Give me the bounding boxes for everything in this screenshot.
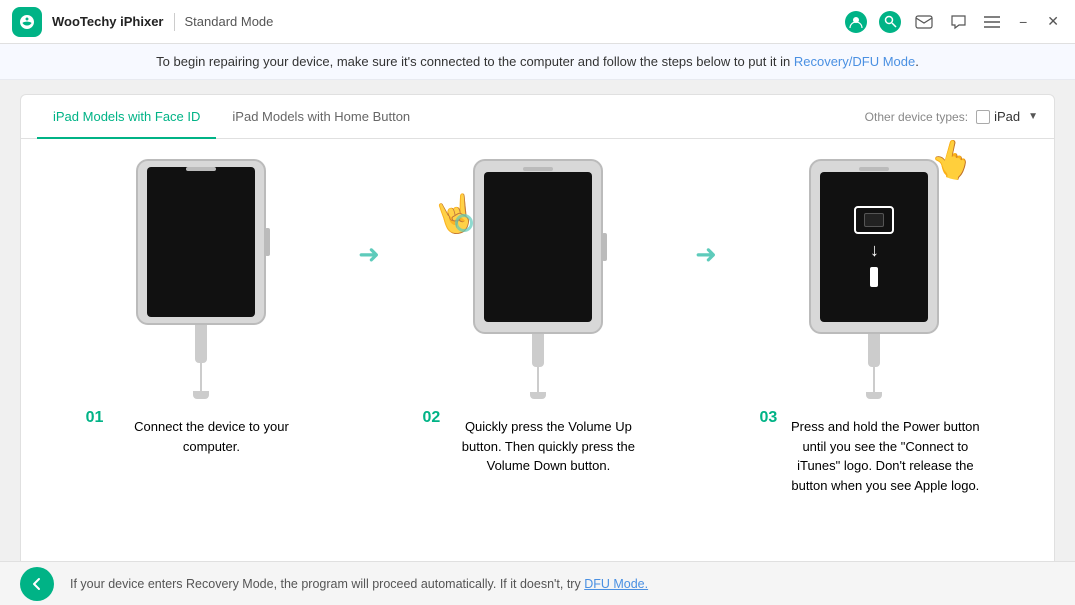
recovery-link[interactable]: Recovery/DFU Mode [794,54,915,69]
title-divider [174,13,175,31]
user-icon[interactable] [845,11,867,33]
step-3-desc: Press and hold the Power button until yo… [781,417,989,495]
footer: If your device enters Recovery Mode, the… [0,561,1075,605]
dropdown-arrow-icon[interactable]: ▼ [1028,111,1038,122]
tabs-bar: iPad Models with Face ID iPad Models wit… [21,95,1054,139]
step-2-block: 🤘 02 Quickly press the Volume Up button.… [388,159,687,476]
device-checkbox-area[interactable]: iPad [976,109,1020,124]
menu-icon[interactable] [981,11,1003,33]
volume-ripple [455,214,473,232]
footer-text: If your device enters Recovery Mode, the… [70,577,648,591]
usb-plug-2 [530,392,546,399]
mail-icon[interactable] [913,11,935,33]
step-3-ipad-wrapper: ↓ 👆 [809,159,939,334]
close-button[interactable]: ✕ [1043,13,1063,30]
arrow-1: ➜ [350,239,388,270]
arrow-2: ➜ [687,239,725,270]
step-1-block: 01 Connect the device to your computer. [51,159,350,456]
titlebar-icons: − ✕ [845,11,1063,33]
minimize-button[interactable]: − [1015,14,1031,30]
back-button[interactable] [20,567,54,601]
banner: To begin repairing your device, make sur… [0,44,1075,80]
tab-home-button[interactable]: iPad Models with Home Button [216,95,426,139]
titlebar: WooTechy iPhixer Standard Mode − ✕ [0,0,1075,44]
chat-icon[interactable] [947,11,969,33]
step-3-label-row: 03 Press and hold the Power button until… [759,409,989,495]
ipad-illustration-3: ↓ [809,159,939,334]
mode-label: Standard Mode [185,14,274,29]
device-selector: Other device types: iPad ▼ [865,109,1038,124]
other-devices-label: Other device types: [865,110,968,124]
step-2-num: 02 [423,409,441,427]
usb-plug-1 [193,391,209,399]
ipad-cable-3 [868,334,880,367]
step-2-desc: Quickly press the Volume Up button. Then… [444,417,652,476]
itunes-monitor-icon [854,206,894,234]
steps-area: 01 Connect the device to your computer. … [21,139,1054,515]
usb-cable-1 [200,363,202,391]
itunes-screen: ↓ [820,172,928,322]
step-2-label-row: 02 Quickly press the Volume Up button. T… [423,409,653,476]
ipad-illustration-1 [136,159,266,325]
app-name: WooTechy iPhixer [52,14,164,29]
main-panel: iPad Models with Face ID iPad Models wit… [20,94,1055,584]
lightning-cable-icon [870,267,878,287]
step-1-label-row: 01 Connect the device to your computer. [86,409,316,456]
ipad-cable-2 [532,334,544,367]
connect-arrow-icon: ↓ [870,240,879,261]
device-checkbox[interactable] [976,110,990,124]
banner-text: To begin repairing your device, make sur… [156,54,919,69]
step-3-num: 03 [759,409,777,427]
step-2-ipad-wrapper: 🤘 [473,159,603,334]
usb-cable-3 [873,367,875,392]
step-3-device: ↓ 👆 [809,159,939,399]
step-3-block: ↓ 👆 03 Press and hold the Power button u… [725,159,1024,495]
volume-effect: 🤘 [429,190,480,239]
usb-cable-2 [537,367,539,392]
tab-face-id[interactable]: iPad Models with Face ID [37,95,216,139]
ipad-illustration-2 [473,159,603,334]
app-logo [12,7,42,37]
device-name-label: iPad [994,109,1020,124]
ipad-side-button-2 [602,233,607,261]
step-1-device [136,159,266,399]
ipad-screen-1 [147,167,255,317]
ipad-cable-1 [195,325,207,363]
step-2-device: 🤘 [473,159,603,399]
ipad-screen-2 [484,172,592,322]
ipad-side-button-1 [265,228,270,256]
usb-plug-3 [866,392,882,399]
dfu-mode-link[interactable]: DFU Mode. [584,577,648,591]
step-1-num: 01 [86,409,104,427]
step-1-desc: Connect the device to your computer. [107,417,315,456]
search-icon[interactable] [879,11,901,33]
